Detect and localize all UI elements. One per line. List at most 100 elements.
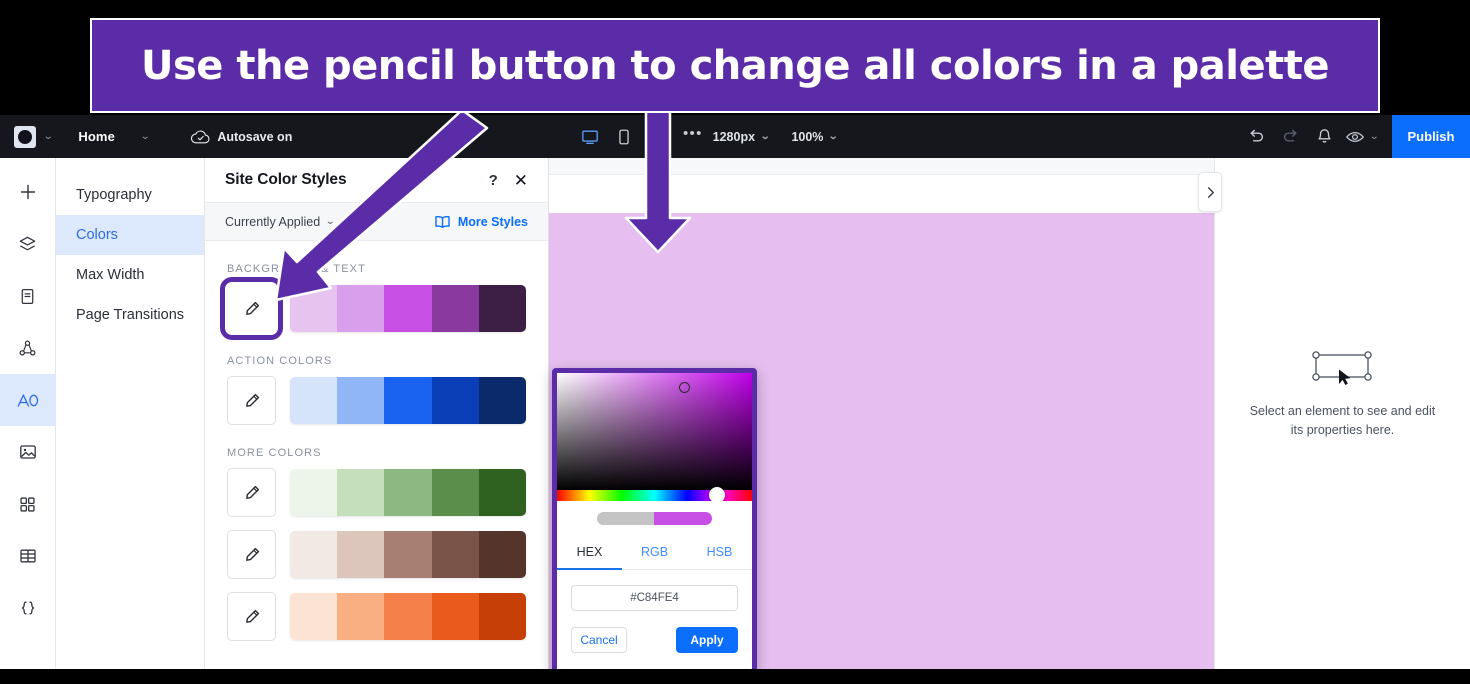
edit-palette-pencil-button-orange[interactable] — [227, 592, 276, 641]
close-icon[interactable]: ✕ — [514, 172, 528, 189]
hex-value-input[interactable] — [571, 585, 738, 611]
palette-row-brown — [205, 530, 548, 579]
palette-swatches-action-colors[interactable] — [290, 377, 526, 424]
subnav-item-page-transitions[interactable]: Page Transitions — [56, 295, 204, 335]
mobile-icon[interactable] — [641, 115, 675, 158]
sidebar-item-site-styles[interactable] — [0, 374, 56, 426]
tablet-icon[interactable] — [607, 115, 641, 158]
cloud-check-icon — [191, 130, 210, 144]
swatch[interactable] — [431, 377, 479, 424]
swatch[interactable] — [431, 593, 479, 640]
swatch[interactable] — [337, 285, 385, 332]
more-styles-button[interactable]: More Styles — [434, 215, 528, 229]
sidebar-item-layers[interactable] — [0, 218, 56, 270]
cancel-button[interactable]: Cancel — [571, 627, 627, 653]
swatch[interactable] — [384, 531, 432, 578]
opacity-slider[interactable] — [597, 512, 712, 525]
swatch[interactable] — [478, 469, 526, 516]
tab-rgb[interactable]: RGB — [622, 535, 687, 569]
palette-swatches-orange[interactable] — [290, 593, 526, 640]
swatch[interactable] — [431, 285, 479, 332]
left-icon-rail — [0, 158, 56, 669]
layers-icon — [19, 236, 36, 250]
sidebar-item-images[interactable] — [0, 426, 56, 478]
publish-button[interactable]: Publish — [1392, 115, 1470, 158]
styles-subnav: Typography Colors Max Width Page Transit… — [56, 158, 205, 669]
edit-palette-pencil-button-brown[interactable] — [227, 530, 276, 579]
currently-applied-chevron-down-icon: ⌄ — [325, 215, 336, 227]
plus-icon — [20, 184, 35, 200]
saturation-handle[interactable] — [679, 382, 690, 393]
swatch[interactable] — [290, 469, 338, 516]
pencil-icon — [245, 547, 259, 561]
swatch[interactable] — [478, 593, 526, 640]
edit-palette-pencil-button-action-colors[interactable] — [227, 376, 276, 425]
image-icon — [19, 445, 36, 459]
sidebar-item-code[interactable] — [0, 582, 56, 634]
subnav-item-max-width[interactable]: Max Width — [56, 255, 204, 295]
toolbar-overflow-button[interactable]: ••• — [675, 125, 713, 148]
autosave-status[interactable]: Autosave on — [191, 129, 292, 144]
swatch[interactable] — [431, 531, 479, 578]
color-format-tabs: HEX RGB HSB — [557, 535, 752, 570]
edit-palette-pencil-button-background-text[interactable] — [220, 277, 283, 340]
swatch[interactable] — [290, 593, 338, 640]
tab-hsb[interactable]: HSB — [687, 535, 752, 569]
currently-applied-selector[interactable]: Currently Applied ⌄ — [225, 215, 434, 229]
viewport-width-value: 1280px — [712, 129, 756, 144]
swatch[interactable] — [384, 469, 432, 516]
swatch[interactable] — [478, 377, 526, 424]
sidebar-item-blocks[interactable] — [0, 478, 56, 530]
subnav-item-typography[interactable]: Typography — [56, 175, 204, 215]
swatch[interactable] — [337, 377, 385, 424]
swatch[interactable] — [337, 469, 385, 516]
undo-icon[interactable] — [1240, 115, 1274, 158]
sidebar-item-add-section[interactable] — [0, 166, 56, 218]
book-icon — [435, 215, 450, 228]
squarespace-editor-window: ⌄ Home ⌄ Autosave on ••• 1280px ⌄ 100% ⌄… — [0, 115, 1470, 669]
swatch[interactable] — [337, 593, 385, 640]
preview-chevron-down-icon[interactable]: ⌄ — [1369, 131, 1379, 142]
subnav-item-colors[interactable]: Colors — [56, 215, 204, 255]
swatch[interactable] — [478, 285, 526, 332]
site-logo-icon[interactable] — [14, 125, 36, 148]
toolbar-left-group: ⌄ Home ⌄ Autosave on — [0, 125, 292, 148]
redo-icon[interactable] — [1274, 115, 1308, 158]
instruction-banner-text: Use the pencil button to change all colo… — [141, 42, 1329, 89]
grid-icon — [20, 496, 35, 512]
swatch[interactable] — [337, 531, 385, 578]
page-chevron-down-icon[interactable]: ⌄ — [140, 131, 150, 142]
edit-palette-pencil-button-green[interactable] — [227, 468, 276, 517]
tab-hex[interactable]: HEX — [557, 535, 622, 570]
sidebar-item-pages[interactable] — [0, 270, 56, 322]
canvas-header-band — [549, 176, 1214, 213]
swatch[interactable] — [384, 593, 432, 640]
sidebar-item-table[interactable] — [0, 530, 56, 582]
viewport-width-selector[interactable]: 1280px ⌄ — [712, 129, 771, 144]
eye-icon[interactable] — [1342, 115, 1368, 158]
palette-swatches-brown[interactable] — [290, 531, 526, 578]
palette-swatches-background-text[interactable] — [290, 285, 526, 332]
apply-button[interactable]: Apply — [676, 627, 738, 653]
swatch[interactable] — [290, 377, 338, 424]
swatch[interactable] — [290, 285, 338, 332]
bell-icon[interactable] — [1308, 115, 1342, 158]
panel-title: Site Color Styles — [225, 171, 347, 188]
properties-empty-state: Select an element to see and edit its pr… — [1215, 158, 1470, 669]
section-label-background-text: BACKGROUND & TEXT — [227, 263, 366, 275]
saturation-brightness-area[interactable] — [557, 373, 752, 490]
palette-swatches-green[interactable] — [290, 469, 526, 516]
swatch[interactable] — [290, 531, 338, 578]
sidebar-item-site-structure[interactable] — [0, 322, 56, 374]
desktop-icon[interactable] — [573, 115, 607, 158]
swatch[interactable] — [384, 377, 432, 424]
palette-row-background-text — [205, 277, 548, 340]
toolbar-center-group: ••• 1280px ⌄ 100% ⌄ — [573, 115, 839, 158]
help-icon[interactable]: ? — [489, 172, 498, 189]
page-name-label[interactable]: Home — [78, 129, 115, 144]
zoom-level-selector[interactable]: 100% ⌄ — [791, 130, 838, 144]
swatch[interactable] — [384, 285, 432, 332]
swatch[interactable] — [478, 531, 526, 578]
site-logo-chevron-down-icon[interactable]: ⌄ — [43, 131, 53, 142]
swatch[interactable] — [431, 469, 479, 516]
